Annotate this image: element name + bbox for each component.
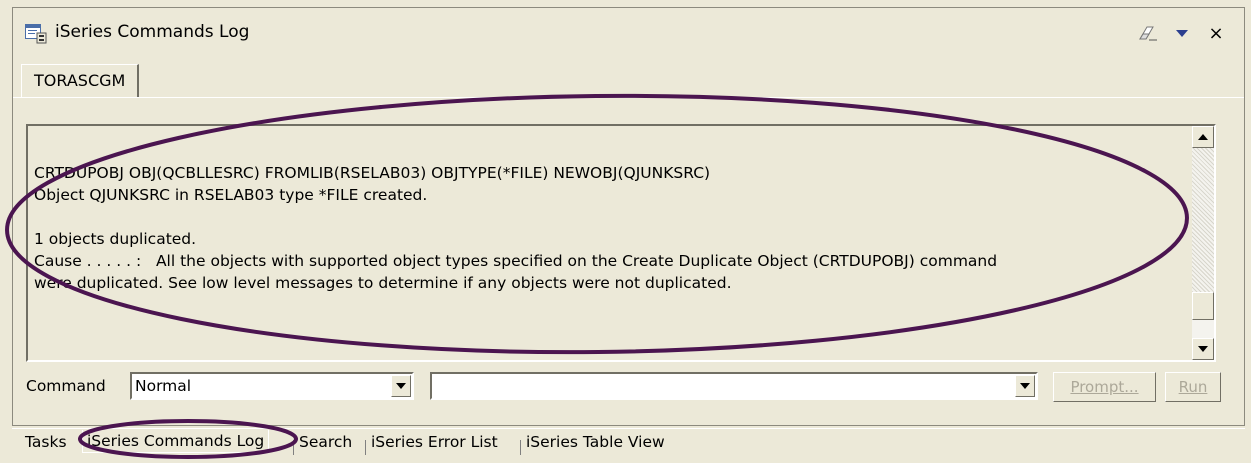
log-line: CRTDUPOBJ OBJ(QCBLLESRC) FROMLIB(RSELAB0… <box>34 164 711 182</box>
command-mode-select[interactable]: Normal <box>130 372 414 400</box>
tab-iseries-commands-log[interactable]: iSeries Commands Log <box>82 430 270 453</box>
log-line: Object QJUNKSRC in RSELAB03 type *FILE c… <box>34 186 428 204</box>
command-log-output[interactable]: CRTDUPOBJ OBJ(QCBLLESRC) FROMLIB(RSELAB0… <box>26 124 1216 362</box>
tab-iseries-table-view[interactable]: iSeries Table View <box>520 433 665 455</box>
scroll-track[interactable] <box>1192 148 1214 292</box>
view-title: iSeries Commands Log <box>55 22 250 42</box>
bottom-view-tabs: Tasks iSeries Commands Log Search iSerie… <box>12 428 1245 462</box>
tab-search[interactable]: Search <box>292 433 352 455</box>
chevron-down-icon[interactable] <box>1015 375 1035 397</box>
tab-divider <box>13 97 1244 98</box>
view-menu-icon[interactable] <box>1170 22 1194 44</box>
tab-tasks[interactable]: Tasks <box>25 433 67 451</box>
scroll-thumb[interactable] <box>1192 292 1214 320</box>
tab-torascgm[interactable]: TORASCGM <box>21 64 140 98</box>
close-icon[interactable]: × <box>1204 22 1228 44</box>
log-line: were duplicated. See low level messages … <box>34 274 732 292</box>
arrow-up-icon <box>1198 134 1208 140</box>
log-line: Cause . . . . . : All the objects with s… <box>34 252 998 270</box>
prompt-button[interactable]: Prompt... <box>1053 372 1156 402</box>
scroll-down-button[interactable] <box>1192 338 1214 360</box>
command-label: Command <box>26 377 106 395</box>
vertical-scrollbar[interactable] <box>1192 126 1214 360</box>
view-titlebar: iSeries Commands Log × <box>13 8 1244 56</box>
tab-iseries-error-list[interactable]: iSeries Error List <box>365 433 498 455</box>
run-button[interactable]: Run <box>1165 372 1221 402</box>
log-line: 1 objects duplicated. <box>34 230 197 248</box>
command-row: Command Normal Prompt... Run <box>26 372 1221 402</box>
scroll-up-button[interactable] <box>1192 126 1214 148</box>
eraser-icon[interactable] <box>1135 22 1159 44</box>
command-input[interactable] <box>430 372 1038 400</box>
chevron-down-icon[interactable] <box>391 375 411 397</box>
commands-log-icon <box>25 24 47 44</box>
arrow-down-icon <box>1198 346 1208 352</box>
log-text: CRTDUPOBJ OBJ(QCBLLESRC) FROMLIB(RSELAB0… <box>34 162 1182 294</box>
system-tab-bar: TORASCGM <box>13 58 1244 98</box>
command-mode-value: Normal <box>135 377 192 395</box>
